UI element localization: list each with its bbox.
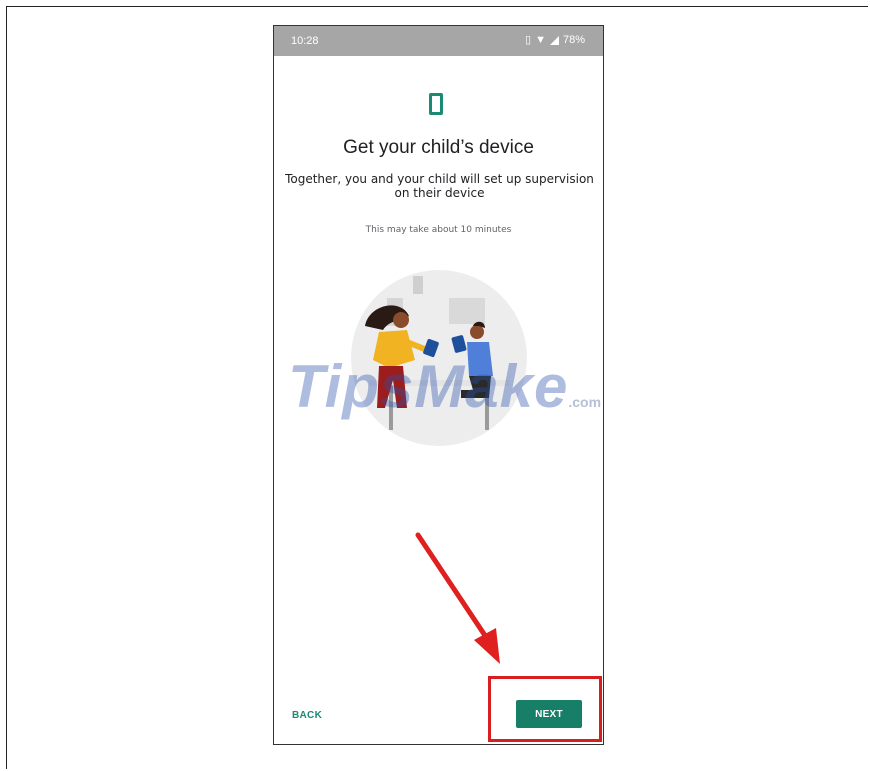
back-button[interactable]: BACK <box>292 710 322 721</box>
phone-device-icon <box>429 93 443 115</box>
watermark-suffix: .com <box>568 394 602 410</box>
child-head <box>470 325 484 339</box>
status-bar: 10:28 ▯ ▼ 78% <box>274 26 603 56</box>
next-highlight-box <box>488 676 602 742</box>
watermark-text: TipsMake <box>288 353 569 420</box>
page-title: Get your child’s device <box>343 137 534 158</box>
illustration-wall-tile <box>413 276 423 294</box>
status-time: 10:28 <box>291 35 319 47</box>
battery-level: 78% <box>562 34 585 46</box>
watermark: TipsMake.com <box>288 352 608 432</box>
duration-note: This may take about 10 minutes <box>365 225 512 235</box>
page-subtitle: Together, you and your child will set up… <box>285 172 594 200</box>
illustration-wall-frame <box>449 298 485 324</box>
status-icons: ▯ ▼ 78% <box>525 34 585 46</box>
vibrate-icon: ▯ <box>525 34 532 46</box>
wifi-icon: ▼ <box>535 34 546 46</box>
signal-icon <box>549 35 559 45</box>
parent-head <box>393 312 409 328</box>
